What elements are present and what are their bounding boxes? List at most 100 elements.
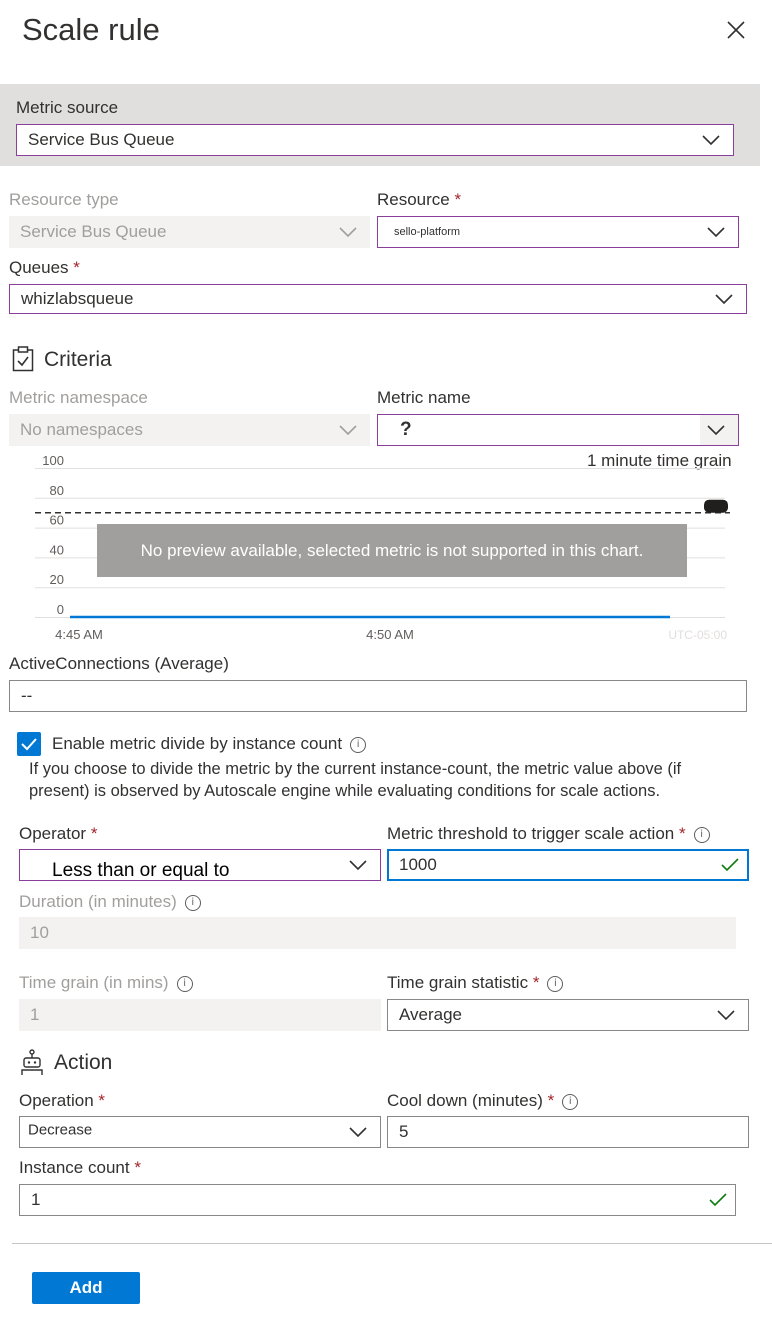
- metric-value-field: --: [9, 680, 747, 712]
- queues-dropdown[interactable]: whizlabsqueue: [9, 284, 747, 314]
- divide-label-text: Enable metric divide by instance count: [52, 734, 343, 753]
- info-icon[interactable]: i: [350, 736, 367, 753]
- checkmark-icon: [709, 1193, 727, 1207]
- clipboard-check-icon: [12, 346, 34, 372]
- chevron-down-icon: [338, 424, 358, 436]
- operator-label-text: Operator: [19, 824, 87, 843]
- instance-count-value: 1: [31, 1190, 41, 1209]
- divide-by-instance-checkbox[interactable]: [17, 732, 41, 756]
- page-title: Scale rule: [22, 12, 160, 47]
- metric-namespace-dropdown: No namespaces: [9, 414, 370, 446]
- add-button-label: Add: [69, 1278, 103, 1297]
- timezone-label: UTC-05:00: [668, 628, 727, 642]
- y-tick-label: 80: [50, 483, 64, 498]
- required-marker: *: [532, 973, 540, 992]
- chevron-down-icon: [701, 134, 721, 146]
- queues-label-text: Queues: [9, 258, 69, 277]
- cool-down-label-text: Cool down (minutes): [387, 1091, 543, 1110]
- duration-label: Duration (in minutes) i: [19, 892, 201, 912]
- y-tick-label: 0: [57, 602, 64, 617]
- add-button[interactable]: Add: [32, 1272, 140, 1304]
- info-icon[interactable]: i: [693, 826, 710, 843]
- metric-namespace-label: Metric namespace: [9, 388, 148, 407]
- threshold-input[interactable]: 1000: [387, 849, 749, 881]
- queues-label: Queues *: [9, 258, 80, 278]
- instance-count-label: Instance count *: [19, 1158, 141, 1178]
- chevron-down-icon: [714, 293, 734, 305]
- resource-label-text: Resource: [377, 190, 450, 209]
- operation-dropdown[interactable]: Decrease: [19, 1116, 381, 1148]
- x-tick-label: 4:45 AM: [55, 627, 103, 642]
- metric-name-dropdown[interactable]: ?: [377, 414, 739, 446]
- metric-name-value: ?: [400, 419, 412, 440]
- required-marker: *: [134, 1158, 141, 1177]
- metric-source-value: Service Bus Queue: [28, 130, 175, 149]
- required-marker: *: [98, 1091, 106, 1110]
- metric-value-text: --: [21, 686, 33, 705]
- chevron-down-icon: [338, 226, 358, 238]
- chevron-down-icon: [716, 1009, 736, 1021]
- metric-source-label: Metric source: [16, 98, 119, 117]
- instance-count-label-text: Instance count: [19, 1158, 130, 1177]
- resource-value: sello-platform: [394, 226, 461, 238]
- time-grain-input: 1: [19, 999, 381, 1031]
- robot-icon: [20, 1049, 44, 1077]
- close-icon[interactable]: [726, 20, 746, 40]
- chevron-down-icon: [348, 859, 368, 871]
- operation-value: Decrease: [28, 1121, 93, 1139]
- threshold-label-text: Metric threshold to trigger scale action: [387, 824, 675, 843]
- queues-value: whizlabsqueue: [21, 289, 134, 308]
- divide-by-instance-label: Enable metric divide by instance count i: [52, 734, 367, 754]
- time-grain-label-text: Time grain (in mins): [19, 973, 169, 992]
- required-marker: *: [73, 258, 80, 277]
- resource-dropdown[interactable]: sello-platform: [377, 216, 739, 248]
- time-grain-statistic-value: Average: [399, 1005, 463, 1024]
- y-tick-label: 40: [50, 542, 64, 557]
- info-icon[interactable]: i: [176, 975, 193, 992]
- duration-label-text: Duration (in minutes): [19, 892, 177, 911]
- time-grain-statistic-label: Time grain statistic * i: [387, 973, 564, 993]
- resource-label: Resource *: [377, 190, 461, 210]
- criteria-heading: Criteria: [44, 348, 112, 371]
- chevron-down-icon: [348, 1126, 368, 1138]
- required-marker: *: [678, 824, 686, 843]
- cool-down-label: Cool down (minutes) * i: [387, 1091, 579, 1111]
- divide-description-line1: If you choose to divide the metric by th…: [29, 760, 682, 778]
- resource-type-label: Resource type: [9, 190, 119, 209]
- checkmark-icon: [721, 858, 739, 872]
- metric-name-label: Metric name: [377, 388, 471, 407]
- operator-label: Operator *: [19, 824, 97, 844]
- x-tick-label: 4:50 AM: [366, 627, 414, 642]
- operator-dropdown[interactable]: Less than or equal to: [19, 849, 381, 881]
- time-grain-statistic-label-text: Time grain statistic: [387, 973, 529, 992]
- duration-input: 10: [19, 917, 736, 949]
- y-tick-label: 60: [50, 513, 64, 528]
- overlay-message-text: No preview available, selected metric is…: [140, 541, 644, 560]
- info-icon[interactable]: i: [562, 1093, 579, 1110]
- instance-count-input[interactable]: 1: [19, 1184, 736, 1216]
- required-marker: *: [454, 190, 462, 209]
- info-icon[interactable]: i: [184, 894, 201, 911]
- metric-value-label: ActiveConnections (Average): [9, 654, 229, 673]
- threshold-label: Metric threshold to trigger scale action…: [387, 824, 710, 844]
- metric-namespace-value: No namespaces: [20, 420, 143, 439]
- resource-type-value: Service Bus Queue: [20, 222, 167, 241]
- chevron-down-icon: [706, 424, 726, 436]
- required-marker: *: [90, 824, 98, 843]
- resource-type-dropdown: Service Bus Queue: [9, 216, 370, 248]
- required-marker: *: [547, 1091, 555, 1110]
- cool-down-input[interactable]: 5: [387, 1116, 749, 1148]
- duration-value: 10: [30, 923, 49, 942]
- chevron-down-icon: [706, 226, 726, 238]
- chart-overlay-message: No preview available, selected metric is…: [97, 524, 687, 577]
- threshold-value: 1000: [399, 855, 437, 874]
- threshold-handle: [704, 499, 728, 513]
- y-tick-label: 20: [50, 572, 64, 587]
- metric-source-dropdown[interactable]: Service Bus Queue: [16, 124, 734, 156]
- time-grain-statistic-dropdown[interactable]: Average: [387, 999, 749, 1031]
- info-icon[interactable]: i: [547, 975, 564, 992]
- footer-divider: [12, 1243, 772, 1244]
- operation-label: Operation *: [19, 1091, 105, 1111]
- time-grain-label: Time grain (in mins) i: [19, 973, 193, 993]
- operator-value: Less than or equal to: [52, 860, 230, 881]
